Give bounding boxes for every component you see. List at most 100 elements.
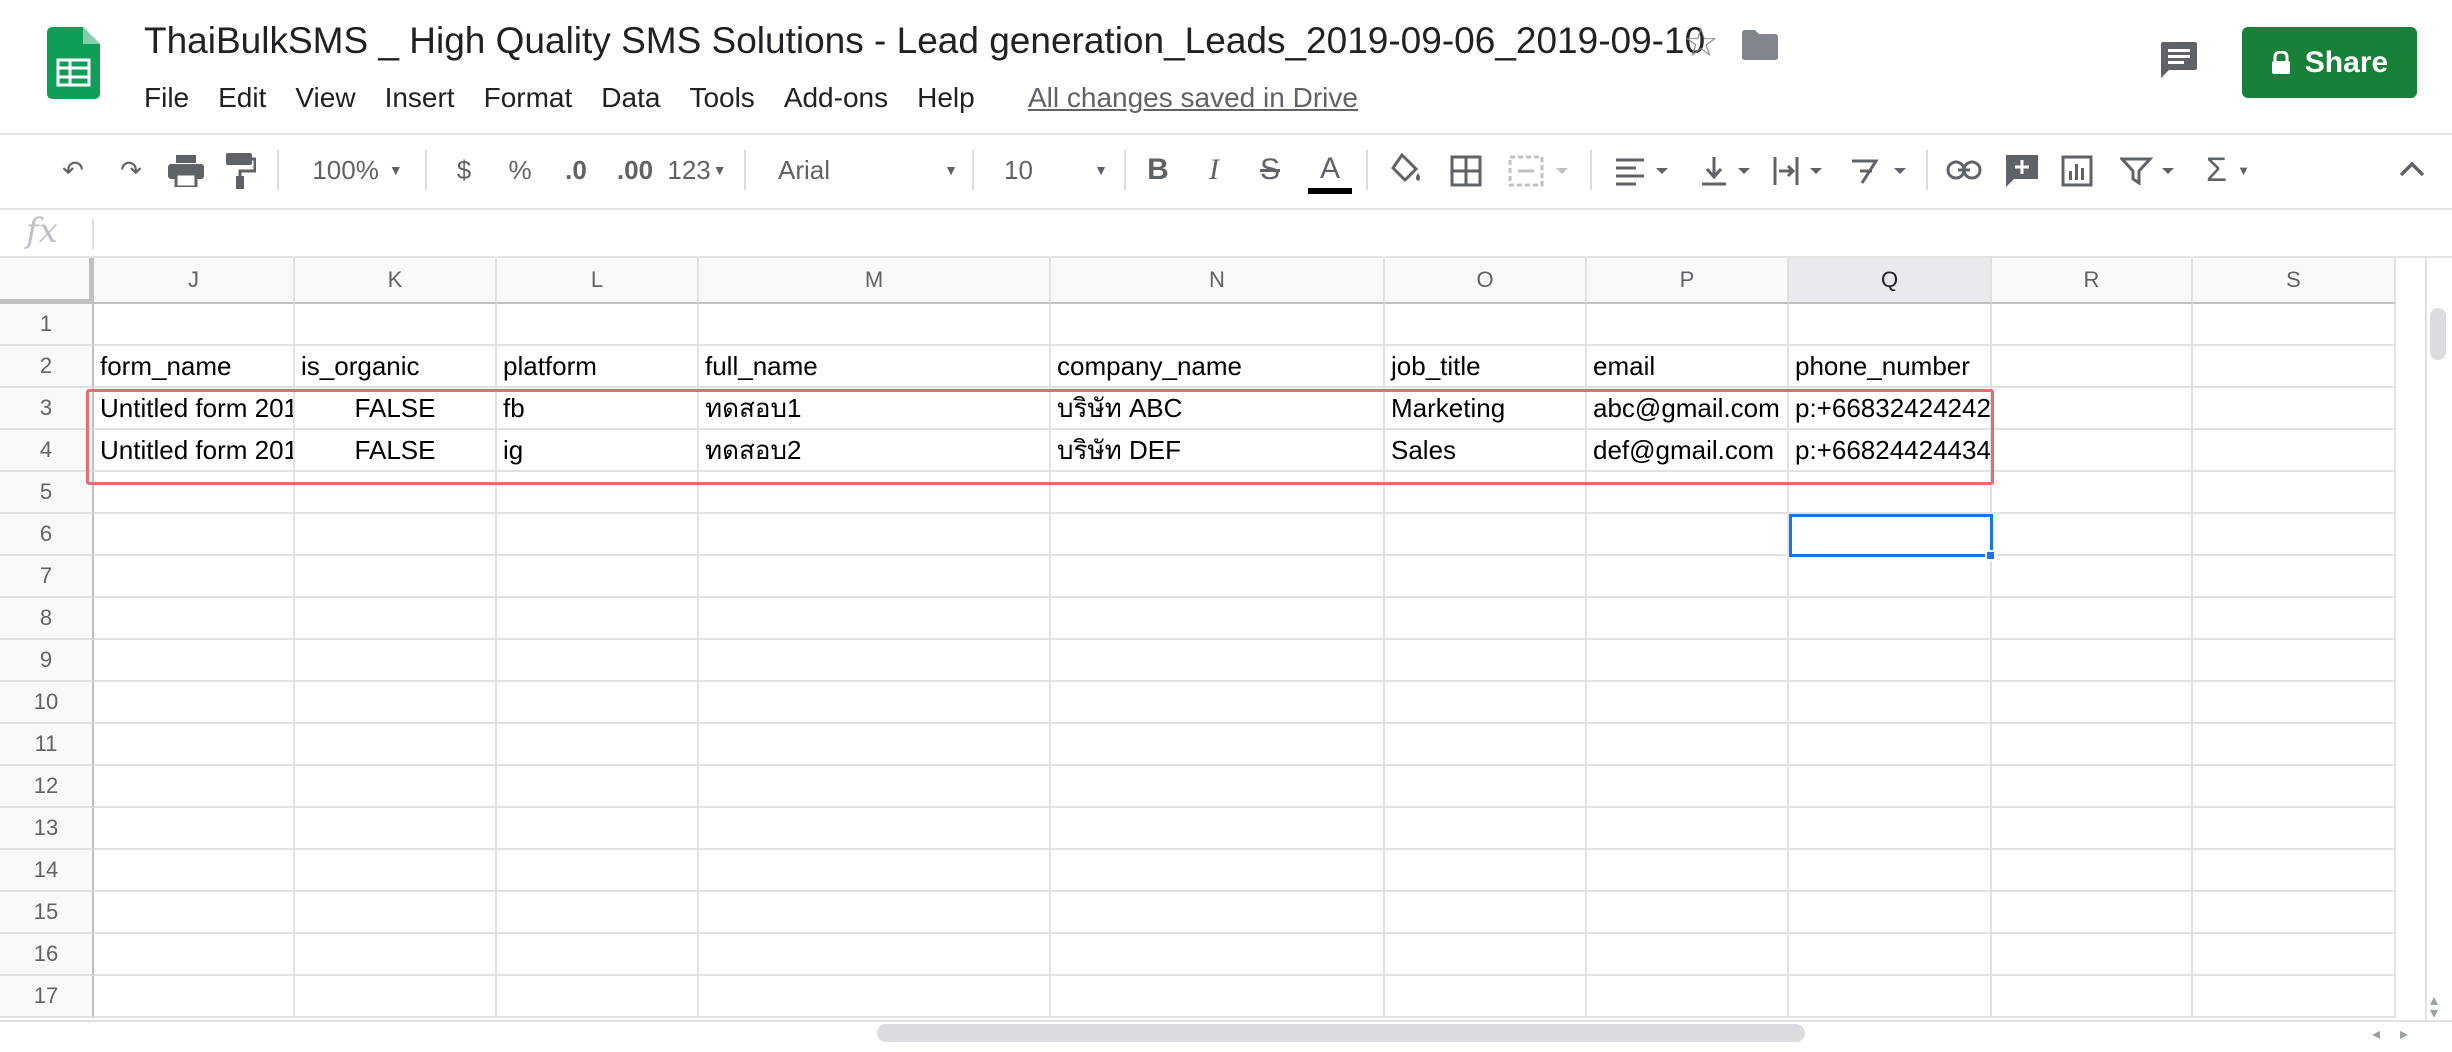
column-header-r[interactable]: R [1992,258,2193,304]
cell[interactable] [1385,724,1587,766]
menu-view[interactable]: View [295,82,355,114]
cell[interactable] [2193,976,2396,1018]
cell[interactable] [2193,724,2396,766]
horizontal-scroll-thumb[interactable] [877,1024,1805,1042]
cell[interactable] [1587,976,1789,1018]
cell[interactable] [1992,304,2193,346]
cell[interactable]: form_name [94,346,295,388]
cell[interactable] [699,934,1051,976]
column-header-q[interactable]: Q [1789,258,1992,304]
cell[interactable] [1587,766,1789,808]
cell[interactable] [1051,640,1385,682]
cell[interactable] [497,766,699,808]
cell[interactable] [1385,514,1587,556]
column-header-k[interactable]: K [295,258,497,304]
cell[interactable] [1051,976,1385,1018]
zoom-select[interactable]: 100% ▼ [300,150,415,190]
cell[interactable] [295,850,497,892]
scroll-right-icon[interactable]: ▸ [2400,1024,2408,1044]
cell[interactable] [295,934,497,976]
cell[interactable] [1789,640,1992,682]
cell[interactable] [1385,598,1587,640]
cell[interactable] [1789,976,1992,1018]
vertical-scroll-thumb[interactable] [2430,308,2446,360]
row-header[interactable]: 3 [0,388,94,430]
cell[interactable] [1051,766,1385,808]
cell[interactable] [94,808,295,850]
cell[interactable] [94,514,295,556]
cell[interactable] [1992,598,2193,640]
cell[interactable] [94,892,295,934]
cell[interactable]: platform [497,346,699,388]
cell[interactable] [1051,598,1385,640]
column-header-m[interactable]: M [699,258,1051,304]
row-header[interactable]: 8 [0,598,94,640]
menu-data[interactable]: Data [601,82,660,114]
menu-format[interactable]: Format [484,82,573,114]
cell[interactable] [1587,892,1789,934]
cell[interactable] [1992,892,2193,934]
row-header[interactable]: 2 [0,346,94,388]
cell[interactable] [295,514,497,556]
cell[interactable] [1992,682,2193,724]
cell[interactable] [1992,514,2193,556]
cell[interactable] [94,766,295,808]
cell[interactable] [497,640,699,682]
cell[interactable] [1385,304,1587,346]
collapse-toolbar-icon[interactable] [2398,160,2426,178]
functions-icon[interactable]: Σ ▼ [2198,150,2258,190]
paint-format-icon[interactable] [226,153,256,189]
cell[interactable] [1789,304,1992,346]
cell[interactable] [1992,346,2193,388]
cell[interactable] [1587,598,1789,640]
cell[interactable] [497,892,699,934]
folder-icon[interactable] [1742,30,1778,60]
row-header[interactable]: 9 [0,640,94,682]
cell[interactable] [295,892,497,934]
cell[interactable] [1789,892,1992,934]
cell[interactable] [295,682,497,724]
cell[interactable] [1051,808,1385,850]
cell[interactable] [497,556,699,598]
select-all-corner[interactable] [0,258,94,304]
cell[interactable] [94,724,295,766]
cell[interactable] [1789,808,1992,850]
cell[interactable] [1587,304,1789,346]
cell[interactable] [1385,976,1587,1018]
cell[interactable] [1051,724,1385,766]
insert-chart-icon[interactable] [2061,155,2093,187]
redo-icon[interactable]: ↷ [110,150,152,190]
cell[interactable] [699,976,1051,1018]
more-formats-select[interactable]: 123 ▼ [664,150,730,190]
column-header-n[interactable]: N [1051,258,1385,304]
menu-addons[interactable]: Add-ons [784,82,888,114]
merge-cells-icon[interactable] [1508,155,1574,187]
cell[interactable] [1051,892,1385,934]
vertical-scrollbar[interactable] [2425,258,2452,1020]
print-icon[interactable] [168,155,204,187]
cell[interactable] [295,598,497,640]
insert-link-icon[interactable] [1946,159,1982,181]
font-family-select[interactable]: Arial ▼ [778,150,958,190]
undo-icon[interactable]: ↶ [52,150,94,190]
share-button[interactable]: Share [2242,27,2417,98]
vertical-align-icon[interactable] [1700,155,1756,187]
cell[interactable] [94,682,295,724]
cell[interactable] [1587,556,1789,598]
column-header-l[interactable]: L [497,258,699,304]
cell[interactable] [2193,934,2396,976]
cell[interactable] [1051,682,1385,724]
cell[interactable] [497,850,699,892]
cell[interactable] [1789,598,1992,640]
cell[interactable] [94,976,295,1018]
row-header[interactable]: 11 [0,724,94,766]
cell[interactable] [1587,850,1789,892]
cell[interactable]: full_name [699,346,1051,388]
cell[interactable] [1789,682,1992,724]
cell[interactable] [2193,514,2396,556]
cell[interactable] [1385,682,1587,724]
menu-help[interactable]: Help [917,82,975,114]
cell[interactable] [2193,808,2396,850]
cell[interactable] [1051,850,1385,892]
row-header[interactable]: 13 [0,808,94,850]
